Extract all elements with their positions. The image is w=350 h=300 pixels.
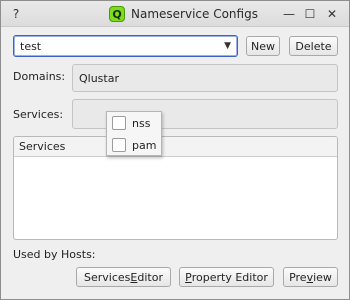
services-editor-label-pre: Services — [84, 270, 131, 284]
preview-button[interactable]: Pre v iew — [283, 267, 338, 287]
services-editor-mnemonic: E — [130, 270, 138, 284]
config-select[interactable]: test ▼ — [13, 35, 238, 57]
minimize-icon[interactable]: — — [281, 6, 297, 22]
preview-label-pre: Pre — [289, 270, 307, 284]
domains-value: Qlustar — [79, 71, 119, 85]
property-editor-button[interactable]: Property Editor — [179, 267, 274, 287]
preview-label-post: iew — [313, 270, 332, 284]
nss-checkbox[interactable] — [112, 116, 126, 130]
app-logo-icon: Q — [109, 6, 125, 22]
new-button[interactable]: New — [246, 36, 280, 56]
service-option-nss[interactable]: nss — [107, 112, 161, 134]
delete-button[interactable]: Delete — [289, 36, 338, 56]
nameservice-configs-window: ? Q Nameservice Configs — ☐ ✕ test ▼ New… — [0, 0, 350, 300]
title-bar[interactable]: ? Q Nameservice Configs — ☐ ✕ — [1, 1, 349, 27]
services-table[interactable]: Services — [13, 136, 338, 240]
domains-label: Domains: — [13, 70, 66, 83]
service-option-label: pam — [132, 138, 157, 152]
services-editor-button[interactable]: Services Editor — [76, 267, 171, 287]
chevron-down-icon[interactable]: ▼ — [224, 41, 231, 51]
services-label: Services: — [13, 108, 64, 121]
close-icon[interactable]: ✕ — [324, 6, 340, 22]
property-editor-label-post: roperty Editor — [191, 270, 268, 284]
domains-field[interactable]: Qlustar — [72, 64, 338, 92]
window-title: Nameservice Configs — [131, 7, 258, 21]
used-by-hosts-label: Used by Hosts: — [13, 248, 96, 261]
property-editor-mnemonic: P — [185, 270, 192, 284]
services-table-header[interactable]: Services — [14, 137, 337, 157]
help-icon[interactable]: ? — [8, 6, 24, 22]
service-option-label: nss — [132, 116, 151, 130]
service-option-pam[interactable]: pam — [107, 134, 161, 156]
pam-checkbox[interactable] — [112, 138, 126, 152]
window-title-group: Q Nameservice Configs — [109, 5, 258, 23]
config-select-value: test — [20, 39, 42, 53]
services-dropdown-popup: nss pam — [106, 111, 162, 156]
services-column-header: Services — [19, 140, 66, 153]
maximize-icon[interactable]: ☐ — [302, 6, 318, 22]
services-editor-label-post: ditor — [137, 270, 163, 284]
